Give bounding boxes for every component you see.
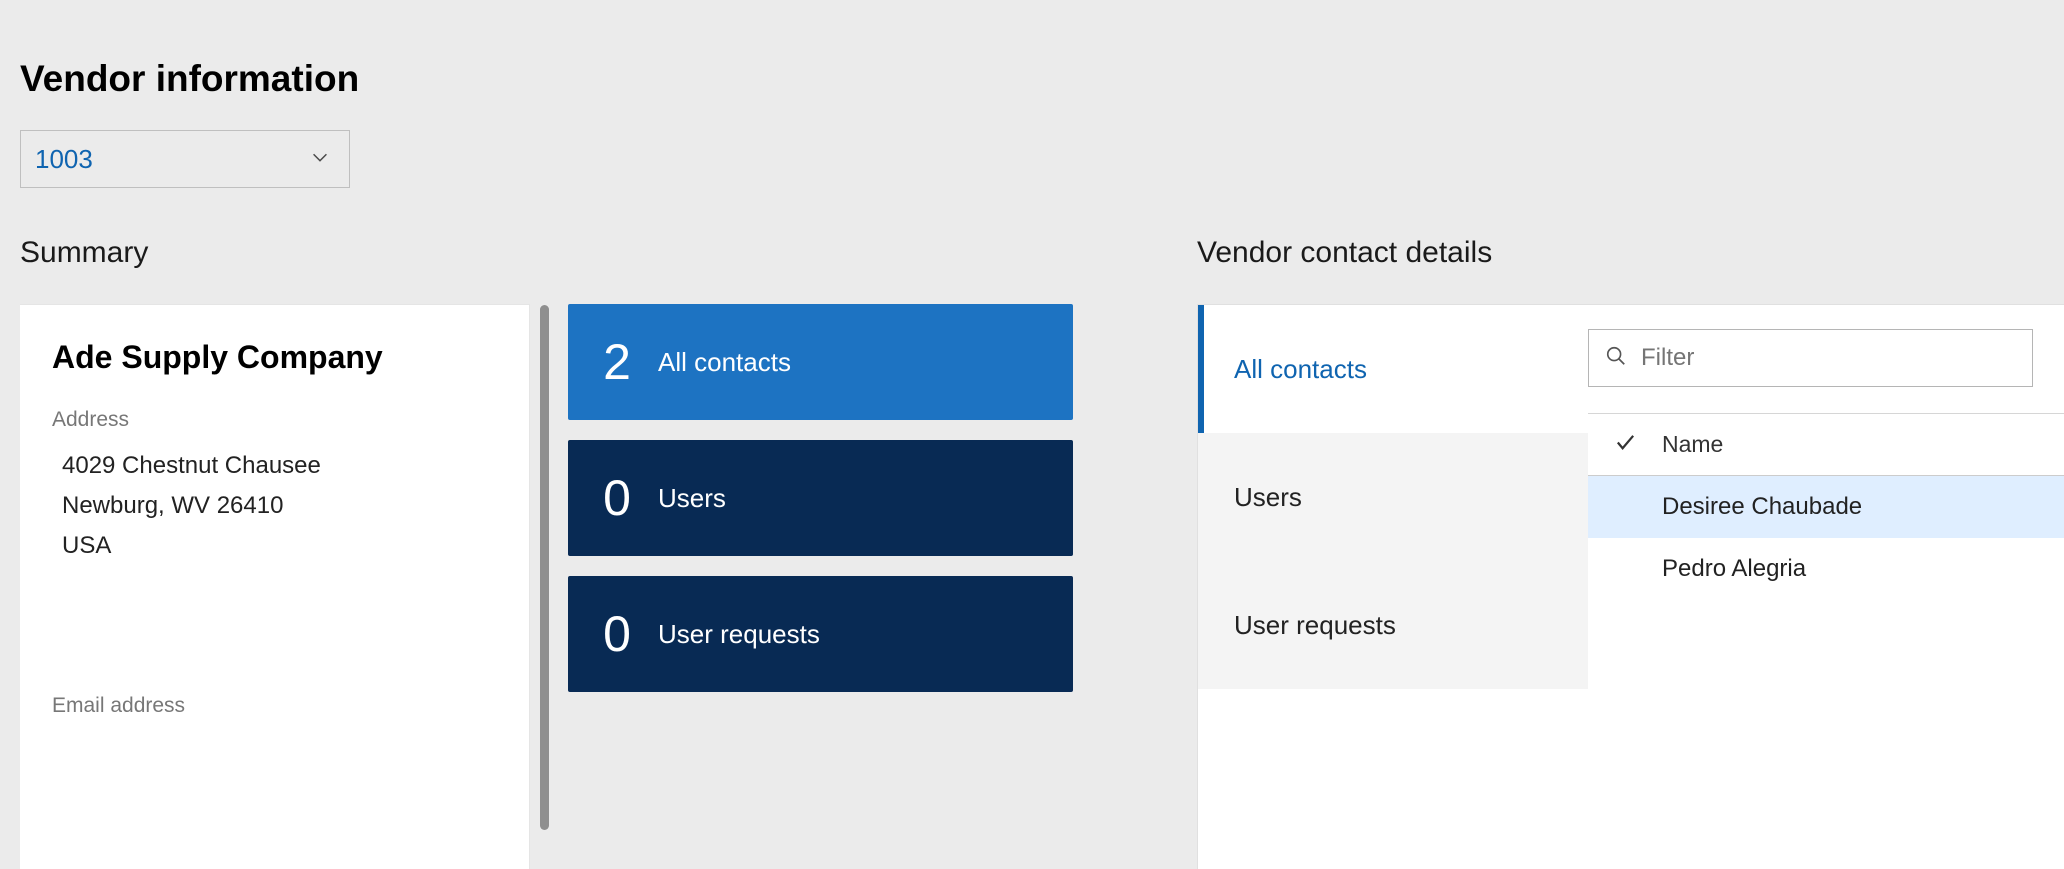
tile-all-contacts[interactable]: 2 All contacts (568, 304, 1073, 420)
address-block: 4029 Chestnut Chausee Newburg, WV 26410 … (52, 446, 497, 566)
vendor-select-value: 1003 (35, 144, 93, 175)
table-row[interactable]: Desiree Chaubade (1588, 476, 2064, 538)
tab-users[interactable]: Users (1198, 433, 1588, 561)
address-label: Address (52, 408, 497, 432)
name-column-header[interactable]: Name (1662, 431, 1723, 458)
page-title: Vendor information (0, 0, 2064, 100)
check-icon (1614, 431, 1637, 459)
tile-user-requests[interactable]: 0 User requests (568, 576, 1073, 692)
tile-count: 0 (568, 605, 658, 663)
tile-count: 0 (568, 469, 658, 527)
filter-box[interactable] (1588, 329, 2033, 387)
tab-user-requests[interactable]: User requests (1198, 561, 1588, 689)
tab-all-contacts[interactable]: All contacts (1198, 305, 1588, 433)
search-icon (1605, 345, 1627, 372)
tile-label: All contacts (658, 347, 791, 378)
filter-input[interactable] (1641, 344, 2016, 372)
chevron-down-icon (309, 146, 331, 173)
tile-count: 2 (568, 333, 658, 391)
vendor-select[interactable]: 1003 (20, 130, 350, 188)
details-panel: All contacts Users User requests (1197, 304, 2064, 869)
scrollbar[interactable] (540, 305, 549, 830)
summary-section: Summary Ade Supply Company Address 4029 … (0, 236, 1195, 869)
tile-users[interactable]: 0 Users (568, 440, 1073, 556)
table-header: Name (1588, 414, 2064, 476)
address-line: USA (62, 526, 497, 566)
check-column-header[interactable] (1588, 431, 1662, 459)
tile-stack: 2 All contacts 0 Users 0 User requests (568, 304, 1073, 869)
tile-label: User requests (658, 619, 820, 650)
email-label: Email address (52, 694, 497, 718)
summary-heading: Summary (20, 236, 1195, 270)
address-line: Newburg, WV 26410 (62, 486, 497, 526)
contact-table: Name Desiree Chaubade Pedro Alegria (1588, 413, 2064, 600)
address-line: 4029 Chestnut Chausee (62, 446, 497, 486)
tile-label: Users (658, 483, 726, 514)
company-name: Ade Supply Company (52, 339, 497, 376)
side-tabs: All contacts Users User requests (1198, 305, 1588, 869)
table-row[interactable]: Pedro Alegria (1588, 538, 2064, 600)
summary-card: Ade Supply Company Address 4029 Chestnut… (20, 304, 530, 869)
details-heading: Vendor contact details (1197, 236, 2064, 270)
details-section: Vendor contact details All contacts User… (1195, 236, 2064, 869)
